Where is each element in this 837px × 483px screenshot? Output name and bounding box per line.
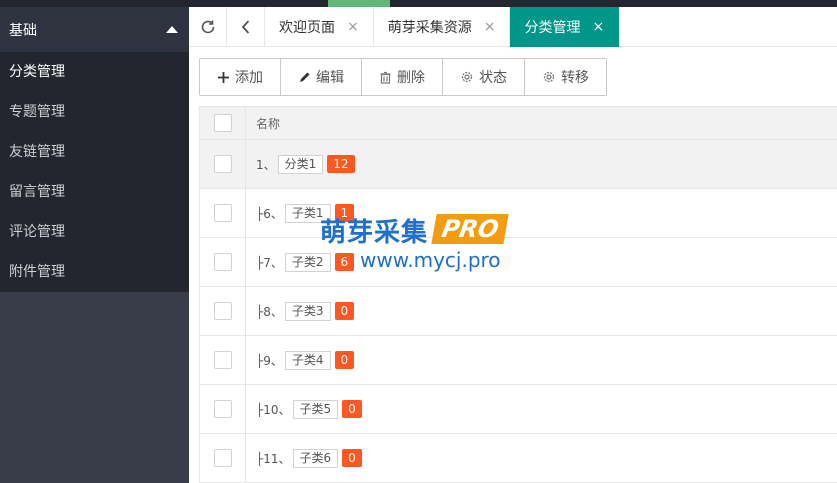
- column-header-name: 名称: [256, 116, 281, 131]
- row-index: 1、: [256, 157, 276, 172]
- watermark: 萌芽采集 PRO www.mycj.pro: [320, 212, 520, 274]
- sidebar-item-messages[interactable]: 留言管理: [0, 172, 189, 212]
- row-checkbox[interactable]: [213, 400, 232, 418]
- row-index: ├11、: [256, 451, 291, 466]
- count-badge: 0: [334, 302, 355, 320]
- row-index: ├9、: [256, 353, 283, 368]
- tab-label: 欢迎页面: [279, 20, 335, 36]
- edit-button[interactable]: 编辑: [281, 59, 362, 95]
- delete-button-label: 删除: [397, 70, 425, 86]
- close-icon[interactable]: ×: [347, 19, 359, 35]
- row-checkbox-cell: [200, 189, 246, 237]
- sidebar-item-comments[interactable]: 评论管理: [0, 212, 189, 252]
- tab-bar: 欢迎页面 × 萌芽采集资源 × 分类管理 ×: [189, 7, 837, 47]
- caret-up-icon: [166, 26, 178, 33]
- status-button-label: 状态: [479, 70, 507, 86]
- row-checkbox[interactable]: [213, 204, 232, 222]
- sidebar-item-attachments[interactable]: 附件管理: [0, 252, 189, 292]
- watermark-brand: 萌芽采集: [320, 218, 429, 248]
- category-tag[interactable]: 子类5: [292, 399, 339, 419]
- tab-category-management[interactable]: 分类管理 ×: [510, 7, 620, 47]
- delete-button[interactable]: 删除: [362, 59, 443, 95]
- row-checkbox-cell: [200, 140, 246, 188]
- tab-welcome[interactable]: 欢迎页面 ×: [265, 7, 374, 47]
- category-tag[interactable]: 子类3: [284, 301, 331, 321]
- edit-button-label: 编辑: [316, 70, 344, 86]
- category-tag[interactable]: 分类1: [277, 154, 324, 174]
- count-badge: 0: [342, 449, 362, 467]
- row-checkbox-cell: [200, 434, 246, 482]
- action-toolbar: 添加 编辑 删除 状态 转移: [199, 58, 607, 96]
- sidebar-item-category[interactable]: 分类管理: [0, 52, 189, 92]
- category-table: 名称 1、 分类1 12 ├6、 子类1 1 ├7、 子类2 6 ├8、 子类3…: [199, 106, 837, 483]
- table-header-row: 名称: [200, 107, 837, 140]
- refresh-button[interactable]: [189, 7, 227, 47]
- table-row[interactable]: ├8、 子类3 0: [200, 287, 837, 336]
- plus-icon: [217, 71, 230, 84]
- sidebar-menu: 分类管理 专题管理 友链管理 留言管理 评论管理 附件管理: [0, 52, 189, 292]
- row-index: ├8、: [256, 304, 283, 319]
- row-name-cell: ├8、 子类3 0: [246, 287, 837, 335]
- select-all-cell: [200, 107, 246, 139]
- row-name-cell: ├11、 子类6 0: [246, 434, 837, 482]
- row-checkbox[interactable]: [213, 351, 232, 369]
- chevron-left-icon: [241, 20, 249, 34]
- sidebar-header-label: 基础: [9, 22, 37, 39]
- trash-icon: [379, 71, 392, 84]
- sidebar-section-header[interactable]: 基础: [0, 7, 189, 52]
- row-checkbox-cell: [200, 385, 246, 433]
- tab-label: 萌芽采集资源: [387, 20, 472, 36]
- top-bar-accent: [328, 0, 390, 7]
- row-checkbox-cell: [200, 287, 246, 335]
- gear-icon: [460, 70, 474, 84]
- row-checkbox[interactable]: [213, 449, 232, 467]
- row-index: ├10、: [256, 402, 291, 417]
- table-row[interactable]: 1、 分类1 12: [200, 140, 837, 189]
- sidebar-item-topic[interactable]: 专题管理: [0, 92, 189, 132]
- table-row[interactable]: ├11、 子类6 0: [200, 434, 837, 483]
- row-index: ├7、: [256, 255, 283, 270]
- close-icon[interactable]: ×: [592, 19, 604, 35]
- row-index: ├6、: [256, 206, 283, 221]
- row-checkbox-cell: [200, 238, 246, 286]
- pencil-icon: [298, 71, 311, 84]
- row-name-cell: ├9、 子类4 0: [246, 336, 837, 384]
- tab-label: 分类管理: [524, 20, 581, 36]
- count-badge: 0: [334, 351, 355, 369]
- gear-icon: [542, 70, 556, 84]
- sidebar: 基础 分类管理 专题管理 友链管理 留言管理 评论管理 附件管理: [0, 7, 189, 483]
- row-checkbox[interactable]: [213, 253, 232, 271]
- add-button[interactable]: 添加: [200, 59, 281, 95]
- category-tag[interactable]: 子类4: [284, 350, 331, 370]
- sidebar-item-links[interactable]: 友链管理: [0, 132, 189, 172]
- category-tag[interactable]: 子类6: [292, 448, 339, 468]
- close-icon[interactable]: ×: [484, 19, 496, 35]
- table-row[interactable]: ├10、 子类5 0: [200, 385, 837, 434]
- watermark-url: www.mycj.pro: [360, 248, 501, 272]
- status-button[interactable]: 状态: [443, 59, 525, 95]
- refresh-icon: [201, 20, 214, 34]
- back-button[interactable]: [227, 7, 265, 47]
- row-checkbox-cell: [200, 336, 246, 384]
- watermark-badge: PRO: [431, 214, 510, 244]
- row-name-cell: 1、 分类1 12: [246, 140, 837, 188]
- table-row[interactable]: ├9、 子类4 0: [200, 336, 837, 385]
- select-all-checkbox[interactable]: [213, 114, 232, 132]
- row-name-cell: ├10、 子类5 0: [246, 385, 837, 433]
- move-button-label: 转移: [561, 70, 589, 86]
- tab-resources[interactable]: 萌芽采集资源 ×: [374, 7, 511, 47]
- row-checkbox[interactable]: [213, 302, 232, 320]
- add-button-label: 添加: [235, 70, 263, 86]
- move-button[interactable]: 转移: [525, 59, 606, 95]
- top-bar: [0, 0, 837, 7]
- row-checkbox[interactable]: [213, 155, 232, 173]
- count-badge: 12: [327, 155, 355, 173]
- count-badge: 0: [342, 400, 362, 418]
